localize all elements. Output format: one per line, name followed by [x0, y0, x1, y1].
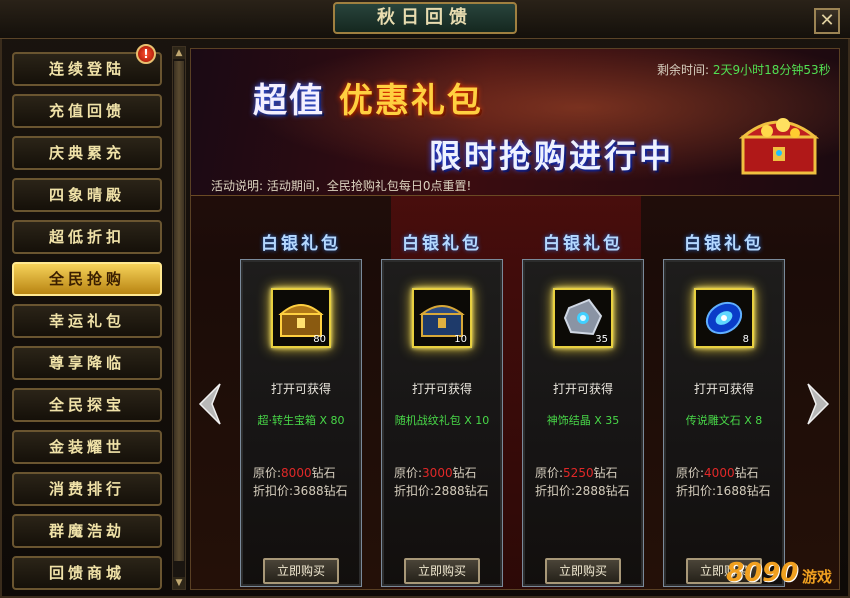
original-price: 原价:4000钻石	[676, 464, 759, 481]
original-price-label: 原价:	[676, 466, 705, 480]
title-bar: 秋日回馈 ✕	[0, 0, 850, 39]
original-price-label: 原价:	[394, 466, 423, 480]
discount-price-value: 1688	[716, 484, 747, 498]
package-item-slot[interactable]: 35	[553, 288, 613, 348]
currency-label: 钻石	[593, 466, 618, 480]
rune-stone-icon	[705, 301, 743, 335]
buy-now-button[interactable]: 立即购买	[404, 558, 480, 584]
reward-text: 随机战纹礼包 X 10	[394, 414, 490, 427]
banner-headline-prefix: 超值	[253, 81, 325, 121]
open-to-get-label: 打开可获得	[693, 382, 754, 396]
banner-subline: 限时抢购进行中	[429, 137, 675, 175]
package-title: 白银礼包	[261, 234, 341, 254]
banner-headline: 超值 优惠礼包	[253, 73, 483, 122]
open-to-get-label: 打开可获得	[270, 382, 331, 396]
sidebar-item-demon-invasion[interactable]: 群魔浩劫	[12, 514, 162, 548]
discount-price-value: 3688	[293, 484, 324, 498]
discount-price: 折扣价:3688钻石	[253, 482, 348, 499]
package-card: 8 打开可获得 传说雕文石 X 8 原价:4000钻石 折扣价:1688钻石 立…	[663, 259, 785, 587]
previous-page-arrow-icon[interactable]	[198, 382, 222, 426]
discount-price: 折扣价:2888钻石	[394, 482, 489, 499]
item-count: 35	[595, 334, 608, 345]
event-description-text: 活动期间，全民抢购礼包每日0点重置!	[266, 179, 472, 193]
currency-label: 钻石	[323, 484, 348, 498]
package-card: 35 打开可获得 神饰结晶 X 35 原价:5250钻石 折扣价:2888钻石 …	[522, 259, 644, 587]
discount-price-label: 折扣价:	[394, 484, 435, 498]
original-price-value: 3000	[422, 466, 453, 480]
package-item-slot[interactable]: 80	[271, 288, 331, 348]
main-panel: 超值 优惠礼包 限时抢购进行中 剩余时间: 2天9小时18分钟53秒 活动说明:…	[190, 48, 840, 590]
site-logo: 8090 游戏	[722, 548, 842, 588]
sidebar-scrollbar[interactable]: ▲ ▼	[172, 46, 186, 590]
package-title: 白银礼包	[402, 234, 482, 254]
open-to-get-label: 打开可获得	[552, 382, 613, 396]
original-price-label: 原价:	[253, 466, 282, 480]
sidebar-item-rewards-shop[interactable]: 回馈商城	[12, 556, 162, 590]
package-card: 80 打开可获得 超·转生宝箱 X 80 原价:8000钻石 折扣价:3688钻…	[240, 259, 362, 587]
remaining-time: 剩余时间: 2天9小时18分钟53秒	[657, 61, 831, 78]
reward-text: 传说雕文石 X 8	[685, 414, 763, 427]
reward-text: 超·转生宝箱 X 80	[257, 414, 345, 427]
sidebar-item-lucky-pack[interactable]: 幸运礼包	[12, 304, 162, 338]
sidebar-item-spending-rank[interactable]: 消费排行	[12, 472, 162, 506]
currency-label: 钻石	[311, 466, 336, 480]
sidebar-item-flash-sale[interactable]: 全民抢购	[12, 262, 162, 296]
package-title: 白银礼包	[543, 234, 623, 254]
original-price-label: 原价:	[535, 466, 564, 480]
promo-banner: 超值 优惠礼包 限时抢购进行中 剩余时间: 2天9小时18分钟53秒 活动说明:…	[191, 49, 839, 196]
sidebar: 连续登陆 ! 充值回馈 庆典累充 四象晴殿 超低折扣 全民抢购 幸运礼包 尊享降…	[8, 44, 168, 590]
close-button[interactable]: ✕	[814, 8, 840, 34]
sidebar-item-low-discount[interactable]: 超低折扣	[12, 220, 162, 254]
item-count: 80	[313, 334, 326, 345]
scroll-thumb[interactable]	[174, 61, 184, 561]
reward-text: 神饰结晶 X 35	[546, 414, 620, 427]
window-title: 秋日回馈	[333, 2, 517, 34]
sidebar-item-recharge-rewards[interactable]: 充值回馈	[12, 94, 162, 128]
discount-price-label: 折扣价:	[253, 484, 294, 498]
sidebar-item-four-symbols[interactable]: 四象晴殿	[12, 178, 162, 212]
package-title: 白银礼包	[684, 234, 764, 254]
treasure-chest-icon	[738, 118, 820, 175]
event-description: 活动说明: 活动期间，全民抢购礼包每日0点重置!	[211, 177, 471, 194]
discount-price-value: 2888	[575, 484, 606, 498]
original-price-value: 4000	[704, 466, 735, 480]
logo-subtext: 游戏	[802, 568, 833, 586]
currency-label: 钻石	[464, 484, 489, 498]
original-price: 原价:5250钻石	[535, 464, 618, 481]
notice-badge: !	[136, 44, 156, 64]
remaining-time-value: 2天9小时18分钟53秒	[712, 63, 831, 77]
event-description-label: 活动说明:	[211, 179, 264, 193]
sidebar-item-vip-arrival[interactable]: 尊享降临	[12, 346, 162, 380]
next-page-arrow-icon[interactable]	[806, 382, 830, 426]
original-price-value: 5250	[563, 466, 594, 480]
item-count: 8	[742, 334, 749, 345]
logo-text: 8090	[726, 558, 799, 588]
package-item-slot[interactable]: 10	[412, 288, 472, 348]
scroll-up-icon[interactable]: ▲	[173, 47, 185, 59]
currency-label: 钻石	[746, 484, 771, 498]
scroll-down-icon[interactable]: ▼	[173, 577, 185, 589]
banner-headline-highlight: 优惠礼包	[338, 81, 483, 121]
currency-label: 钻石	[734, 466, 759, 480]
remaining-time-label: 剩余时间:	[657, 63, 710, 77]
original-price: 原价:8000钻石	[253, 464, 336, 481]
original-price-value: 8000	[281, 466, 312, 480]
discount-price: 折扣价:1688钻石	[676, 482, 771, 499]
discount-price-label: 折扣价:	[676, 484, 717, 498]
open-to-get-label: 打开可获得	[411, 382, 472, 396]
currency-label: 钻石	[605, 484, 630, 498]
buy-now-button[interactable]: 立即购买	[263, 558, 339, 584]
sidebar-item-treasure-hunt[interactable]: 全民探宝	[12, 388, 162, 422]
buy-now-button[interactable]: 立即购买	[545, 558, 621, 584]
currency-label: 钻石	[452, 466, 477, 480]
discount-price-value: 2888	[434, 484, 465, 498]
discount-price: 折扣价:2888钻石	[535, 482, 630, 499]
discount-price-label: 折扣价:	[535, 484, 576, 498]
package-item-slot[interactable]: 8	[694, 288, 754, 348]
package-card: 10 打开可获得 随机战纹礼包 X 10 原价:3000钻石 折扣价:2888钻…	[381, 259, 503, 587]
original-price: 原价:3000钻石	[394, 464, 477, 481]
sidebar-item-celebration-recharge[interactable]: 庆典累充	[12, 136, 162, 170]
sidebar-item-golden-gear[interactable]: 金装耀世	[12, 430, 162, 464]
item-count: 10	[454, 334, 467, 345]
